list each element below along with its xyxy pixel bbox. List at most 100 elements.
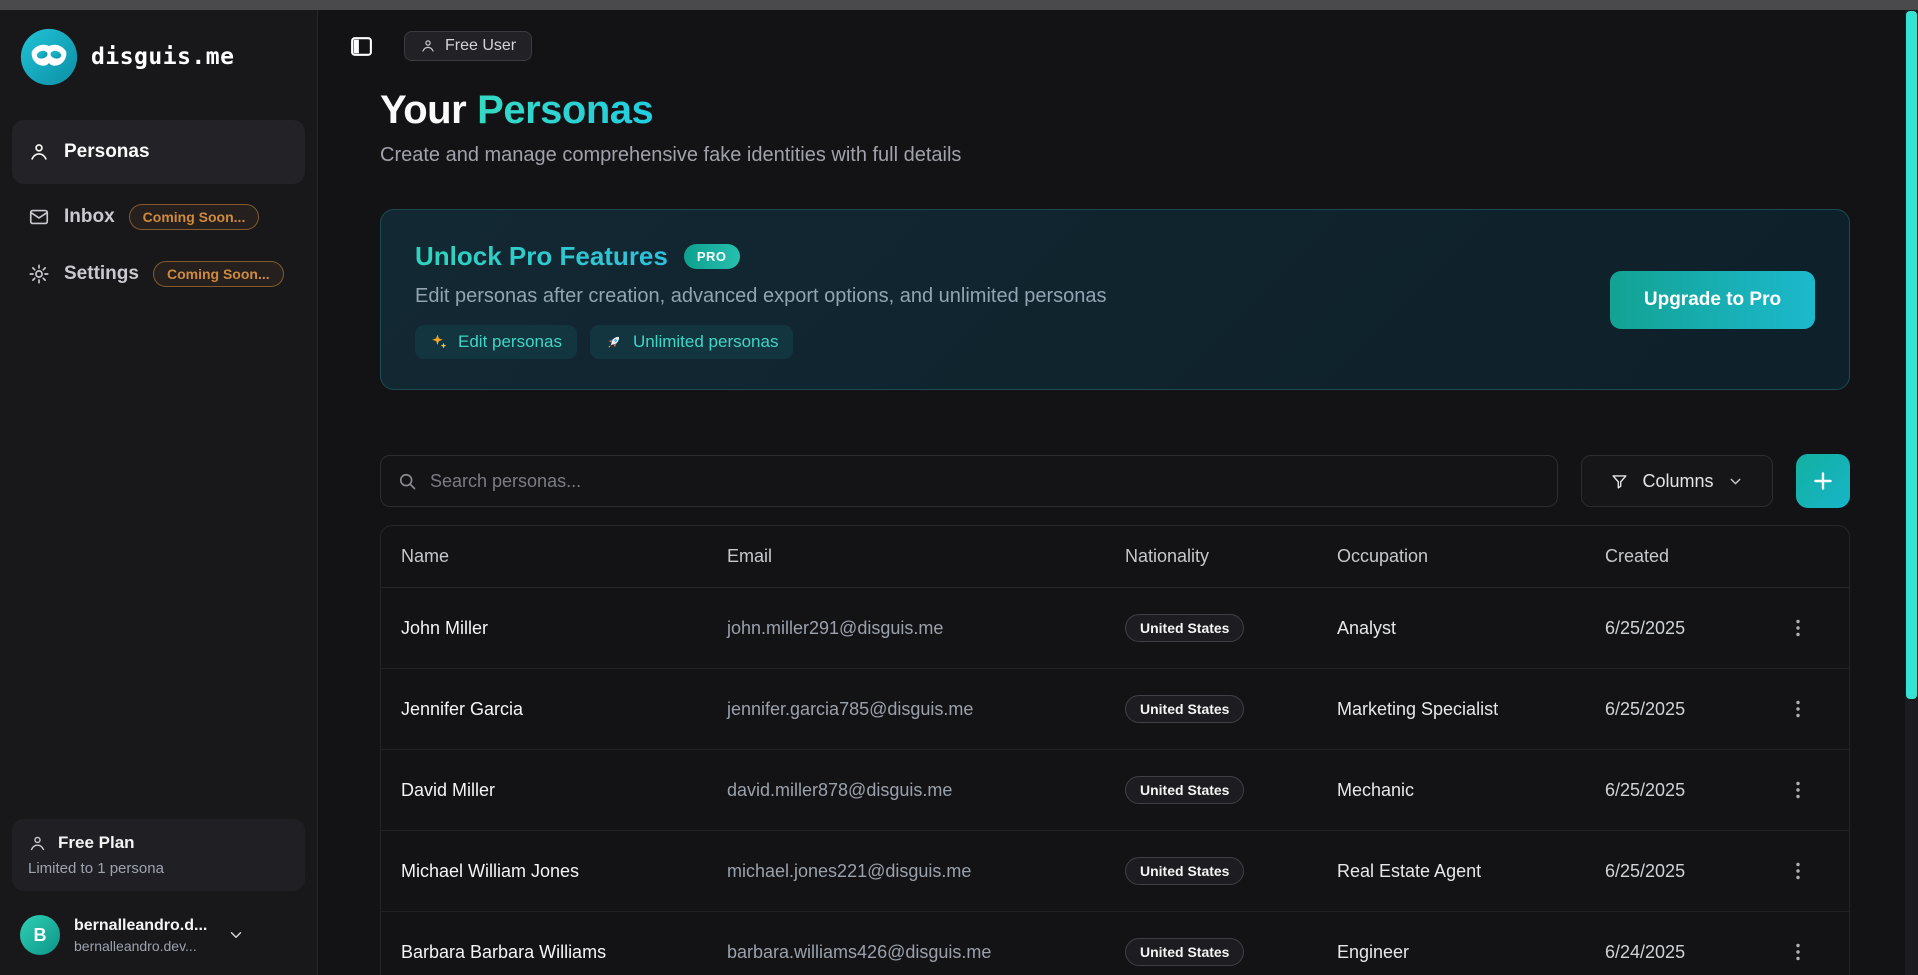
user-email: bernalleandro.dev... [74,938,207,954]
persona-name: David Miller [381,780,707,801]
toolbar: Columns [380,454,1850,508]
persona-email: barbara.williams426@disguis.me [707,942,1105,963]
pro-feature-chips: Edit personas [415,325,1107,359]
personas-table: Name Email Nationality Occupation Create… [380,525,1850,975]
pro-banner-description: Edit personas after creation, advanced e… [415,285,1107,308]
pro-badge: PRO [684,244,740,269]
three-dots-vertical-icon [1786,940,1810,964]
table-header-row: Name Email Nationality Occupation Create… [381,526,1849,588]
column-header-occupation: Occupation [1317,546,1585,567]
user-icon [28,834,47,853]
persona-name: Michael William Jones [381,861,707,882]
main-topbar: Free User [349,31,1918,61]
sidebar-item-personas[interactable]: Personas [12,120,305,184]
three-dots-vertical-icon [1786,616,1810,640]
persona-created: 6/25/2025 [1585,780,1755,801]
pro-banner-left: Unlock Pro Features PRO Edit personas af… [415,241,1107,359]
nationality-badge: United States [1125,857,1244,885]
nationality-badge: United States [1125,695,1244,723]
free-user-badge: Free User [404,31,532,61]
persona-email: michael.jones221@disguis.me [707,861,1105,882]
table-row: David Miller david.miller878@disguis.me … [381,750,1849,831]
table-row: Barbara Barbara Williams barbara.william… [381,912,1849,975]
column-header-name: Name [381,546,707,567]
nationality-badge: United States [1125,614,1244,642]
sidebar-item-settings[interactable]: Settings Coming Soon... [12,250,305,298]
persona-created: 6/25/2025 [1585,618,1755,639]
add-persona-button[interactable] [1796,454,1850,508]
upgrade-to-pro-button[interactable]: Upgrade to Pro [1610,271,1815,329]
nationality-badge: United States [1125,938,1244,966]
user-icon [28,141,50,163]
pro-banner: Unlock Pro Features PRO Edit personas af… [380,209,1850,390]
sidebar-item-label: Inbox [64,206,115,228]
plan-subtitle: Limited to 1 persona [28,860,289,877]
sidebar-item-label: Settings [64,263,139,285]
three-dots-vertical-icon [1786,859,1810,883]
persona-occupation: Real Estate Agent [1317,861,1585,882]
coming-soon-badge: Coming Soon... [153,261,284,287]
page-title-accent: Personas [477,88,653,132]
nationality-badge: United States [1125,776,1244,804]
column-header-email: Email [707,546,1105,567]
table-row: Jennifer Garcia jennifer.garcia785@disgu… [381,669,1849,750]
sidebar-toggle-button[interactable] [349,34,374,59]
row-actions-button[interactable] [1786,697,1810,721]
chevron-down-icon [227,926,245,944]
three-dots-vertical-icon [1786,697,1810,721]
plan-card: Free Plan Limited to 1 persona [12,819,305,891]
persona-occupation: Analyst [1317,618,1585,639]
avatar: B [20,915,60,955]
row-actions-button[interactable] [1786,859,1810,883]
table-row: Michael William Jones michael.jones221@d… [381,831,1849,912]
main-content: Free User YourPersonas Create and manage… [318,10,1918,975]
persona-occupation: Mechanic [1317,780,1585,801]
user-menu[interactable]: B bernalleandro.d... bernalleandro.dev..… [12,915,305,959]
sidebar-nav: Personas Inbox Coming Soon... [12,120,305,298]
gear-icon [28,263,50,285]
app-root: disguis.me Personas Inbox Coming Soon. [0,10,1918,975]
sparkles-icon [430,333,448,351]
search-input[interactable] [430,471,1541,492]
columns-button[interactable]: Columns [1581,455,1773,507]
rocket-icon [605,333,623,351]
page-subtitle: Create and manage comprehensive fake ide… [380,144,1918,167]
row-actions-button[interactable] [1786,616,1810,640]
pro-banner-title: Unlock Pro Features [415,241,668,272]
search-box [380,455,1558,507]
coming-soon-badge: Coming Soon... [129,204,260,230]
brand-name: disguis.me [91,44,234,70]
column-header-nationality: Nationality [1105,546,1317,567]
sidebar-bottom: Free Plan Limited to 1 persona B bernall… [12,819,305,959]
persona-email: john.miller291@disguis.me [707,618,1105,639]
scrollbar-thumb[interactable] [1906,11,1917,699]
panel-left-icon [349,34,374,59]
row-actions-button[interactable] [1786,778,1810,802]
brand: disguis.me [12,28,305,86]
search-icon [397,471,417,491]
persona-occupation: Marketing Specialist [1317,699,1585,720]
mail-icon [28,206,50,228]
chevron-down-icon [1727,473,1744,490]
user-icon [420,38,436,54]
user-name: bernalleandro.d... [74,917,207,935]
persona-occupation: Engineer [1317,942,1585,963]
filter-icon [1610,472,1629,491]
scrollbar[interactable] [1905,10,1918,975]
window-top-strip [0,0,1918,10]
persona-name: Barbara Barbara Williams [381,942,707,963]
row-actions-button[interactable] [1786,940,1810,964]
plus-icon [1810,468,1836,494]
mask-logo-icon [20,28,78,86]
persona-email: david.miller878@disguis.me [707,780,1105,801]
sidebar: disguis.me Personas Inbox Coming Soon. [0,10,318,975]
sidebar-item-inbox[interactable]: Inbox Coming Soon... [12,193,305,241]
persona-name: John Miller [381,618,707,639]
three-dots-vertical-icon [1786,778,1810,802]
persona-email: jennifer.garcia785@disguis.me [707,699,1105,720]
free-user-label: Free User [445,37,516,55]
feature-chip-edit-personas: Edit personas [415,325,577,359]
persona-created: 6/25/2025 [1585,699,1755,720]
persona-name: Jennifer Garcia [381,699,707,720]
user-meta: bernalleandro.d... bernalleandro.dev... [74,917,207,954]
